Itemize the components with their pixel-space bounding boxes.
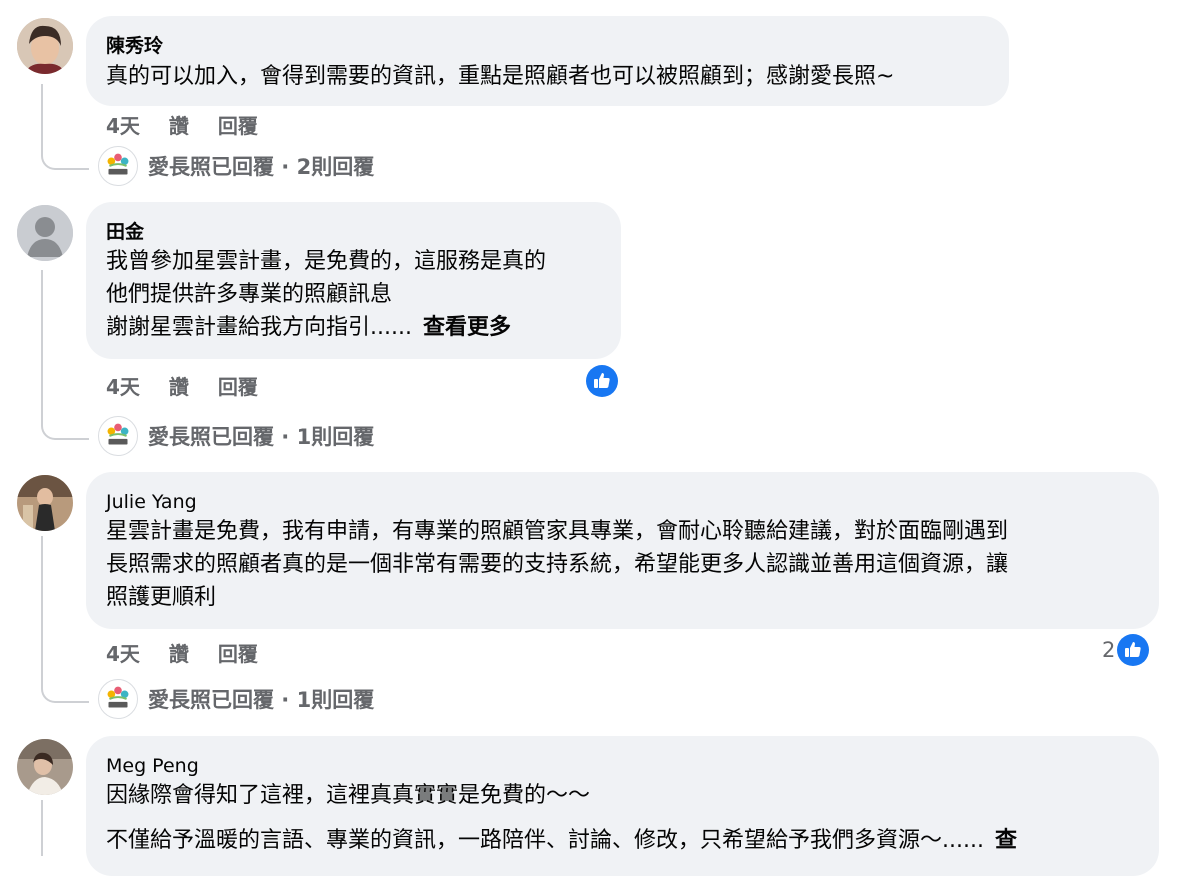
like-button[interactable]: 讚 (169, 114, 189, 138)
avatar[interactable] (17, 739, 73, 795)
comment-text: 謝謝星雲計畫給我方向指引...... 查看更多 (106, 311, 511, 345)
comment-time[interactable]: 4天 (106, 375, 140, 399)
comment-author[interactable]: 田金 (106, 220, 144, 244)
reply-button[interactable]: 回覆 (218, 642, 258, 666)
view-replies[interactable]: 愛長照已回覆 · 2則回覆 (98, 145, 374, 187)
comment-actions: 4天 讚 回覆 (106, 110, 258, 139)
thumbs-up-icon (1125, 642, 1142, 657)
avatar[interactable] (17, 475, 73, 531)
comment-text: 我曾參加星雲計畫，是免費的，這服務是真的 (106, 249, 547, 274)
avatar-photo (17, 18, 73, 74)
comment-text-segment: 謝謝星雲計畫給我方向指引...... (106, 315, 412, 340)
avatar[interactable] (17, 18, 73, 74)
reply-summary[interactable]: 愛長照已回覆 · 2則回覆 (148, 151, 374, 181)
page-logo-icon (98, 679, 138, 719)
reply-summary[interactable]: 愛長照已回覆 · 1則回覆 (148, 421, 374, 451)
comment-text: 因緣際會得知了這裡，這裡真真實實是免費的～～ (106, 783, 591, 808)
like-button[interactable]: 讚 (169, 642, 189, 666)
comment-text-segment: 不僅給予溫暖的言語、專業的資訊，一路陪伴、討論、修改，只希望給予我們多資源～..… (106, 828, 984, 853)
comment-actions: 4天 讚 回覆 (106, 371, 258, 400)
page-logo-icon (98, 146, 138, 186)
like-icon[interactable] (586, 365, 618, 397)
view-replies[interactable]: 愛長照已回覆 · 1則回覆 (98, 415, 374, 457)
comment-text: 長照需求的照顧者真的是一個非常有需要的支持系統，希望能更多人認識並善用這個資源，… (106, 552, 1009, 577)
comment-text: 他們提供許多專業的照顧訊息 (106, 282, 393, 307)
like-button[interactable]: 讚 (169, 375, 189, 399)
comment-author[interactable]: Meg Peng (106, 754, 199, 778)
avatar-photo (17, 475, 73, 531)
like-icon (1117, 634, 1150, 666)
comment-text: 星雲計畫是免費，我有申請，有專業的照顧管家具專業，會耐心聆聽給建議，對於面臨剛遇… (106, 519, 1009, 544)
reaction-summary[interactable]: 2 (1102, 634, 1150, 666)
view-replies[interactable]: 愛長照已回覆 · 1則回覆 (98, 678, 374, 720)
reaction-count: 2 (1102, 638, 1116, 662)
comment-author[interactable]: 陳秀玲 (106, 34, 163, 58)
comment-author[interactable]: Julie Yang (106, 490, 197, 514)
reply-button[interactable]: 回覆 (218, 375, 258, 399)
see-more-link[interactable]: 查看更多 (423, 315, 511, 340)
avatar[interactable] (17, 205, 73, 261)
thread-line (41, 84, 89, 170)
comment-text: 真的可以加入，會得到需要的資訊，重點是照顧者也可以被照顧到；感謝愛長照~ (106, 64, 895, 89)
comment-time[interactable]: 4天 (106, 642, 140, 666)
reply-summary[interactable]: 愛長照已回覆 · 1則回覆 (148, 684, 374, 714)
page-logo-icon (98, 416, 138, 456)
comment-actions: 4天 讚 回覆 (106, 638, 258, 667)
avatar-photo (17, 739, 73, 795)
comment-time[interactable]: 4天 (106, 114, 140, 138)
thread-line (41, 270, 89, 440)
comment-text: 照護更順利 (106, 585, 217, 610)
default-avatar-icon (17, 205, 73, 261)
see-more-link[interactable]: 查 (995, 828, 1017, 853)
reply-button[interactable]: 回覆 (218, 114, 258, 138)
thread-line (41, 800, 43, 856)
thumbs-up-icon (594, 373, 610, 388)
thread-line (41, 536, 89, 703)
comment-text: 不僅給予溫暖的言語、專業的資訊，一路陪伴、討論、修改，只希望給予我們多資源～..… (106, 824, 1017, 858)
